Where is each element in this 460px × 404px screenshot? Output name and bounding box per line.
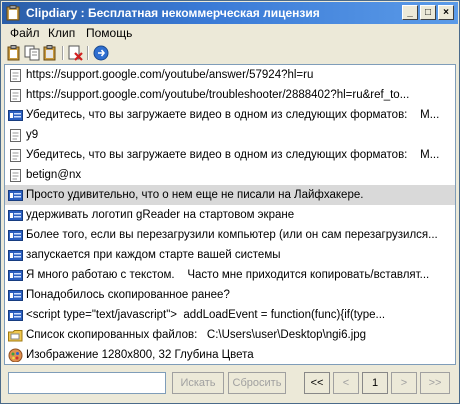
rich-text-clip-icon xyxy=(8,230,23,241)
file-list-clip-icon xyxy=(8,330,23,342)
title-bar[interactable]: Clipdiary : Бесплатная некоммерческая ли… xyxy=(2,2,458,24)
clip-list-item-text: Изображение 1280x800, 32 Глубина Цвета xyxy=(26,349,254,361)
web-icon[interactable] xyxy=(93,45,109,61)
paste-icon[interactable] xyxy=(6,45,22,61)
text-clip-icon xyxy=(10,129,21,142)
search-button[interactable]: Искать xyxy=(172,372,224,394)
toolbar-separator xyxy=(87,46,89,60)
clip-list-item-text: Список скопированных файлов: C:\Users\us… xyxy=(26,329,367,341)
bottom-bar: Искать Сбросить << < 1 > >> xyxy=(2,367,458,403)
clipboard-app-icon xyxy=(6,5,20,21)
toolbar xyxy=(2,43,458,63)
clip-list-item-text: y9 xyxy=(26,129,39,141)
clip-list-item[interactable]: betign@nx xyxy=(5,165,455,185)
clip-list-item[interactable]: https://support.google.com/youtube/answe… xyxy=(5,65,455,85)
menu-help[interactable]: Помощь xyxy=(86,26,132,40)
copy-plain-icon[interactable] xyxy=(42,45,58,61)
rich-text-clip-icon xyxy=(8,190,23,201)
clip-list-item[interactable]: Изображение 1280x800, 32 Глубина Цвета xyxy=(5,345,455,364)
clip-list-item[interactable]: Я много работаю с текстом. Часто мне при… xyxy=(5,265,455,285)
menu-bar: Файл Клип Помощь xyxy=(2,25,458,42)
close-button[interactable]: × xyxy=(438,5,454,20)
first-page-button[interactable]: << xyxy=(304,372,330,394)
clip-list-item[interactable]: Просто удивительно, что о нем еще не пис… xyxy=(5,185,455,205)
clip-list-item-text: удерживать логотип gReader на стартовом … xyxy=(26,209,295,221)
clip-list-item-text: <script type="text/javascript"> addLoadE… xyxy=(26,309,386,321)
toolbar-separator xyxy=(62,46,64,60)
clip-list-item-text: Убедитесь, что вы загружаете видео в одн… xyxy=(26,149,440,161)
clip-list-item-text: Просто удивительно, что о нем еще не пис… xyxy=(26,189,364,201)
text-clip-icon xyxy=(10,169,21,182)
clip-list-item-text: Понадобилось скопированное ранее? xyxy=(26,289,230,301)
delete-icon[interactable] xyxy=(67,45,83,61)
clip-list-item-text: https://support.google.com/youtube/troub… xyxy=(26,89,410,101)
last-page-button[interactable]: >> xyxy=(420,372,450,394)
clip-list-item[interactable]: <script type="text/javascript"> addLoadE… xyxy=(5,305,455,325)
clip-list-item-text: Убедитесь, что вы загружаете видео в одн… xyxy=(26,109,440,121)
clip-list-item-text: betign@nx xyxy=(26,169,82,181)
clip-list-item[interactable]: Список скопированных файлов: C:\Users\us… xyxy=(5,325,455,345)
clip-list-item[interactable]: удерживать логотип gReader на стартовом … xyxy=(5,205,455,225)
clip-list-item-text: https://support.google.com/youtube/answe… xyxy=(26,69,314,81)
next-page-button[interactable]: > xyxy=(391,372,417,394)
rich-text-clip-icon xyxy=(8,270,23,281)
rich-text-clip-icon xyxy=(8,110,23,121)
image-clip-icon xyxy=(8,348,23,362)
clip-list-item[interactable]: Понадобилось скопированное ранее? xyxy=(5,285,455,305)
minimize-button[interactable]: _ xyxy=(402,5,418,20)
text-clip-icon xyxy=(10,89,21,102)
clip-list-item[interactable]: Убедитесь, что вы загружаете видео в одн… xyxy=(5,105,455,125)
rich-text-clip-icon xyxy=(8,290,23,301)
window-title: Clipdiary : Бесплатная некоммерческая ли… xyxy=(26,6,320,20)
menu-clip[interactable]: Клип xyxy=(48,26,75,40)
rich-text-clip-icon xyxy=(8,310,23,321)
prev-page-button[interactable]: < xyxy=(333,372,359,394)
clip-list-item[interactable]: запускается при каждом старте вашей сист… xyxy=(5,245,455,265)
clip-list-item[interactable]: https://support.google.com/youtube/troub… xyxy=(5,85,455,105)
page-number: 1 xyxy=(362,372,388,394)
clip-list-item[interactable]: y9 xyxy=(5,125,455,145)
clip-list-item-text: Более того, если вы перезагрузили компью… xyxy=(26,229,438,241)
rich-text-clip-icon xyxy=(8,250,23,261)
copy-icon[interactable] xyxy=(24,45,40,61)
app-window: Clipdiary : Бесплатная некоммерческая ли… xyxy=(0,0,460,404)
clip-list-item-text: Я много работаю с текстом. Часто мне при… xyxy=(26,269,430,281)
text-clip-icon xyxy=(10,69,21,82)
rich-text-clip-icon xyxy=(8,210,23,221)
clip-list[interactable]: https://support.google.com/youtube/answe… xyxy=(4,64,456,365)
clip-list-item-text: запускается при каждом старте вашей сист… xyxy=(26,249,281,261)
menu-file[interactable]: Файл xyxy=(10,26,40,40)
search-input[interactable] xyxy=(8,372,166,394)
clip-list-item[interactable]: Убедитесь, что вы загружаете видео в одн… xyxy=(5,145,455,165)
reset-button[interactable]: Сбросить xyxy=(228,372,286,394)
text-clip-icon xyxy=(10,149,21,162)
clip-list-item[interactable]: Более того, если вы перезагрузили компью… xyxy=(5,225,455,245)
maximize-button[interactable]: □ xyxy=(420,5,436,20)
